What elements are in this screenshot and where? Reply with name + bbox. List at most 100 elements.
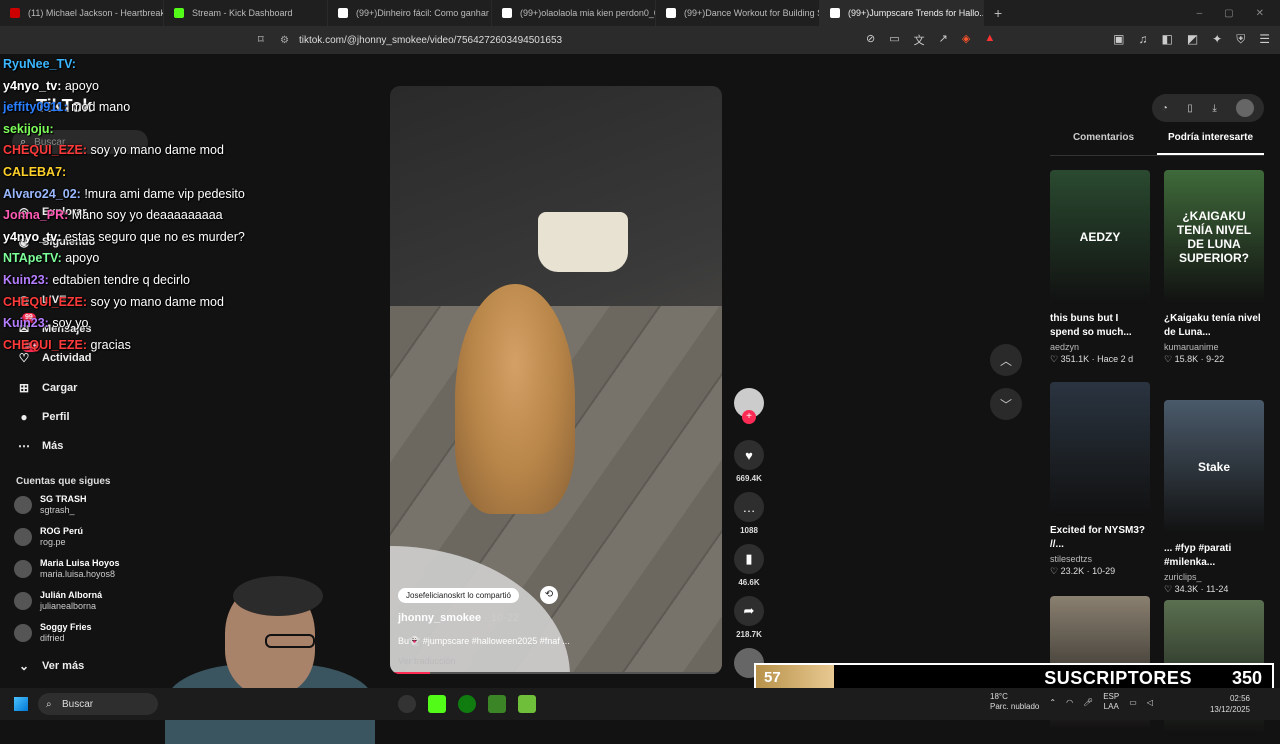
shared-by-pill[interactable]: Josefelicianoskrt lo compartió xyxy=(398,588,519,603)
network-icon[interactable]: ▭ xyxy=(1129,698,1137,707)
taskbar-clock[interactable]: 02:56 13/12/2025 xyxy=(1210,693,1250,715)
tab-favicon xyxy=(10,8,20,18)
vpn-icon[interactable]: ⛨ xyxy=(1236,32,1245,47)
screenshot-icon[interactable]: ▣ xyxy=(1113,32,1124,47)
site-info-icon[interactable]: ⚙ xyxy=(280,35,289,46)
tab-label: (99+)olaolaola mia kien perdon0_0... xyxy=(520,8,656,18)
card-stats: ♡ 15.8K · 9-22 xyxy=(1164,354,1225,364)
rewards-icon[interactable]: ▲ xyxy=(984,32,995,48)
share-button[interactable]: ➦ 218.7K xyxy=(732,596,766,639)
card-title[interactable]: this buns but I spend so much... xyxy=(1050,312,1150,340)
video-date: · 10-22 xyxy=(484,612,520,624)
chat-text: mod mano xyxy=(71,100,131,115)
obs-app-icon[interactable] xyxy=(398,695,416,713)
save-button[interactable]: ▮ 46.6K xyxy=(732,544,766,587)
card-channel[interactable]: zuriclips_ xyxy=(1164,572,1264,582)
video-description[interactable]: Bu👻 #jumpscare #halloween2025 #fnaf ... xyxy=(398,636,570,647)
recommended-video-card[interactable]: AEDZY this buns but I spend so much... aed… xyxy=(1050,170,1150,365)
wallet-icon[interactable]: ◩ xyxy=(1187,32,1198,47)
phone-icon[interactable]: ▯ xyxy=(1187,103,1193,114)
browser-tab[interactable]: (99+)Dance Workout for Building Sta... xyxy=(656,0,820,26)
weather-temp: 18°C xyxy=(990,692,1008,701)
video-author[interactable]: jhonny_smokee xyxy=(398,612,481,624)
wifi-icon[interactable]: ◠ xyxy=(1066,698,1073,707)
following-account[interactable]: Soggy Fries difried xyxy=(14,622,92,644)
sidebar-toggle-icon[interactable]: ◧ xyxy=(1161,32,1172,47)
close-window-icon[interactable]: ✕ xyxy=(1256,8,1264,19)
mic-icon[interactable]: 🎤︎ xyxy=(1083,698,1093,707)
taskbar-search[interactable]: ⌕ Buscar xyxy=(38,693,158,715)
card-channel[interactable]: stilesedtzs xyxy=(1050,554,1150,564)
minecraft-app-icon[interactable] xyxy=(488,695,506,713)
card-title[interactable]: ¿Kaigaku tenía nivel de Luna... xyxy=(1164,312,1264,340)
recommended-video-card[interactable]: ¿KAIGAKU TENÍA NIVEL DE LUNA SUPERIOR? ¿K… xyxy=(1164,170,1264,365)
card-title[interactable]: Excited for NYSM3? //... xyxy=(1050,524,1150,552)
next-video-button[interactable]: ﹀ xyxy=(990,388,1022,420)
game-app-icon[interactable] xyxy=(518,695,536,713)
author-avatar[interactable]: + xyxy=(732,388,766,424)
translate-icon[interactable]: 文 xyxy=(914,32,925,48)
language-indicator[interactable]: ESP LAA xyxy=(1103,692,1119,712)
menu-icon[interactable]: ☰ xyxy=(1259,32,1270,47)
following-account[interactable]: ROG Perú rog.pe xyxy=(14,526,83,548)
see-more-button[interactable]: ⌄ Ver más xyxy=(16,658,84,674)
recommended-video-card[interactable]: Stake ... #fyp #parati #milenka... zuricli… xyxy=(1164,400,1264,595)
comment-button[interactable]: … 1088 xyxy=(732,492,766,535)
browser-tab[interactable]: (99+)Jumpscare Trends for Hallo...✕ xyxy=(820,0,984,26)
browser-tab[interactable]: Stream - Kick Dashboard xyxy=(164,0,328,26)
account-name: Julián Alborná xyxy=(40,590,103,600)
chat-text: soy yo mano dame mod xyxy=(90,143,224,158)
media-icon[interactable]: ♫ xyxy=(1138,32,1147,47)
repost-icon[interactable]: ⟲ xyxy=(540,586,558,604)
sidebar-item-cargar[interactable]: ⊞ Cargar xyxy=(16,380,78,396)
screen-icon[interactable]: ▭ xyxy=(889,32,899,48)
like-button[interactable]: ♥ 669.4K xyxy=(732,440,766,483)
card-channel[interactable]: kumaruanime xyxy=(1164,342,1264,352)
browser-tab[interactable]: (11) Michael Jackson - Heartbreak H... xyxy=(0,0,164,26)
panel-tab[interactable]: Podría interesarte xyxy=(1157,132,1264,155)
chat-username: y4nyo_tv: xyxy=(3,78,62,93)
browser-tab[interactable]: (99+)olaolaola mia kien perdon0_0... xyxy=(492,0,656,26)
chevron-up-tray-icon[interactable]: ⌃ xyxy=(1049,698,1056,707)
share-icon[interactable]: ↗ xyxy=(939,32,948,48)
browser-tab[interactable]: (99+)Dinheiro fácil: Como ganhar co... xyxy=(328,0,492,26)
follow-plus-icon[interactable]: + xyxy=(742,410,756,424)
download-icon[interactable]: ⤓ xyxy=(1212,103,1216,114)
upload-icon: ⊞ xyxy=(18,381,30,395)
video-thumbnail[interactable]: AEDZY xyxy=(1050,170,1150,304)
previous-video-button[interactable]: ︿ xyxy=(990,344,1022,376)
tab-label: (99+)Jumpscare Trends for Hallo... xyxy=(848,8,984,18)
minimize-icon[interactable]: – xyxy=(1197,8,1203,19)
speed-icon[interactable]: ◔ xyxy=(1162,103,1168,114)
xbox-app-icon[interactable] xyxy=(458,695,476,713)
panel-tab[interactable]: Comentarios xyxy=(1050,132,1157,155)
card-title[interactable]: ... #fyp #parati #milenka... xyxy=(1164,542,1264,570)
following-account[interactable]: Julián Alborná julianealborna xyxy=(14,590,102,612)
video-tools: ◔ ▯ ⤓ xyxy=(1152,94,1264,122)
video-player[interactable]: Josefelicianoskrt lo compartió ⟲ jhonny_… xyxy=(390,86,722,674)
brave-shield-icon[interactable]: ◈ xyxy=(962,32,970,48)
card-channel[interactable]: aedzyn xyxy=(1050,342,1150,352)
user-avatar[interactable] xyxy=(1236,99,1255,117)
bookmark-icon[interactable]: ⌑ xyxy=(258,33,264,46)
kick-app-icon[interactable] xyxy=(428,695,446,713)
video-author-line[interactable]: jhonny_smokee · 10-22 xyxy=(398,612,519,624)
video-thumbnail[interactable]: Stake xyxy=(1164,400,1264,534)
new-tab-icon[interactable]: + xyxy=(984,5,1012,21)
video-thumbnail[interactable]: ¿KAIGAKU TENÍA NIVEL DE LUNA SUPERIOR? xyxy=(1164,170,1264,304)
recommended-video-card[interactable]: Excited for NYSM3? //... stilesedtzs ♡ 23.… xyxy=(1050,382,1150,577)
volume-icon[interactable]: ◁ xyxy=(1147,698,1153,707)
maximize-icon[interactable]: ▢ xyxy=(1224,8,1233,19)
see-translation-link[interactable]: Ver traducción xyxy=(398,656,456,666)
video-progress-bar[interactable] xyxy=(390,672,722,674)
following-account[interactable]: SG TRASH sgtrash_ xyxy=(14,494,87,516)
weather-widget[interactable]: 18°C Parc. nublado xyxy=(990,692,1039,712)
video-thumbnail[interactable] xyxy=(1050,382,1150,516)
sidebar-item-perfil[interactable]: ● Perfil xyxy=(16,409,69,425)
following-account[interactable]: Maria Luisa Hoyos maria.luisa.hoyos8 xyxy=(14,558,120,580)
sidebar-item-más[interactable]: ⋯ Más xyxy=(16,438,63,454)
tab-label: Stream - Kick Dashboard xyxy=(192,8,293,18)
tracking-icon[interactable]: ⊘ xyxy=(866,32,875,48)
extensions-icon[interactable]: ✦ xyxy=(1212,32,1222,47)
windows-start-icon[interactable] xyxy=(14,697,28,711)
